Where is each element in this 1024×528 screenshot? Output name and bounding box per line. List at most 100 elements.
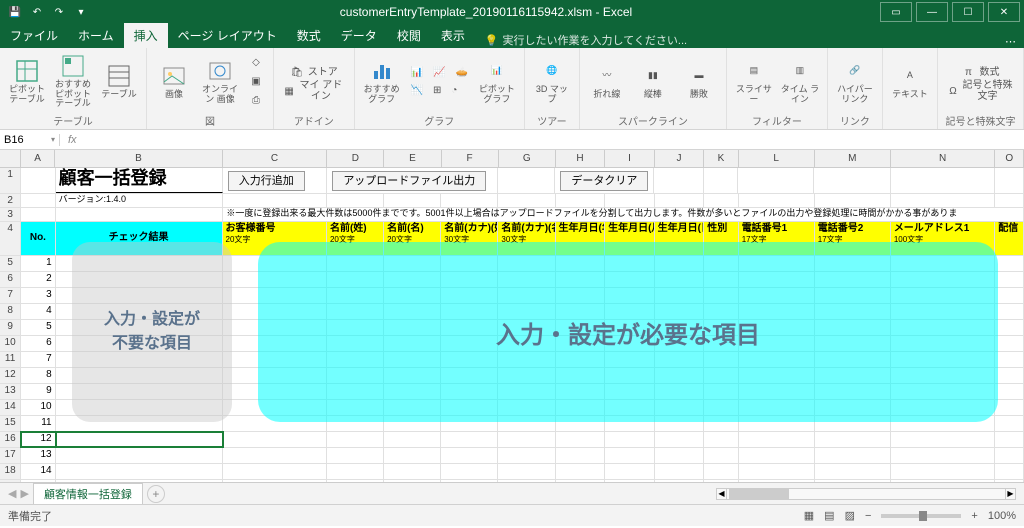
cell[interactable] <box>995 168 1024 193</box>
hyperlink-button[interactable]: 🔗ハイパーリンク <box>834 54 876 110</box>
cell[interactable]: データクリア <box>555 168 654 193</box>
chart-type-icon[interactable]: ◔ <box>447 82 461 100</box>
cell[interactable] <box>223 464 327 479</box>
cell[interactable] <box>441 448 498 463</box>
cell[interactable] <box>739 194 815 207</box>
view-pagebreak-icon[interactable]: ▨ <box>845 509 855 522</box>
sheet-tab[interactable]: 顧客情報一括登録 <box>33 483 143 504</box>
tab-file[interactable]: ファイル <box>0 23 68 48</box>
cell[interactable]: 17 <box>0 448 21 463</box>
cell[interactable]: 8 <box>0 304 21 319</box>
share-button[interactable]: ⋯ <box>1005 35 1016 48</box>
cell[interactable] <box>384 194 441 207</box>
shapes-button[interactable]: ◇ <box>245 54 267 72</box>
cell[interactable]: 1 <box>21 256 55 271</box>
cell[interactable] <box>384 464 441 479</box>
cell[interactable]: アップロードファイル出力 <box>327 168 498 193</box>
column-header[interactable]: O <box>995 150 1024 167</box>
tell-me[interactable]: 💡実行したい作業を入力してください... <box>485 32 687 48</box>
undo-icon[interactable]: ↶ <box>30 5 44 19</box>
qat-dropdown-icon[interactable]: ▾ <box>74 5 88 19</box>
cell[interactable]: 2 <box>0 194 21 207</box>
zoom-in-icon[interactable]: + <box>971 510 977 522</box>
formula-bar[interactable]: fx <box>60 134 1024 146</box>
recommend-chart-button[interactable]: おすすめ グラフ <box>361 54 403 110</box>
recommend-pivot-button[interactable]: おすすめ ピボットテーブル <box>52 54 94 110</box>
column-header[interactable]: N <box>891 150 996 167</box>
table-button[interactable]: テーブル <box>98 54 140 110</box>
cell[interactable]: 19 <box>0 480 21 482</box>
cell[interactable]: ※一度に登録出来る最大件数は5000件までです。5001件以上場合はアップロード… <box>223 208 1024 221</box>
chart-type-icon[interactable]: 📉 <box>407 82 427 100</box>
cell[interactable] <box>995 256 1024 271</box>
column-header[interactable]: G <box>499 150 556 167</box>
cell[interactable] <box>995 304 1024 319</box>
cell[interactable] <box>556 432 606 447</box>
cell[interactable] <box>556 464 606 479</box>
column-header[interactable]: L <box>739 150 815 167</box>
cell[interactable]: 入力行追加 <box>223 168 328 193</box>
sheet-nav-first-icon[interactable]: ◀ <box>8 487 16 500</box>
cell[interactable]: 15 <box>21 480 55 482</box>
cell[interactable]: 14 <box>0 400 21 415</box>
chart-type-icon[interactable]: ⊞ <box>429 82 445 100</box>
cell[interactable] <box>995 384 1024 399</box>
cell[interactable]: 4 <box>21 304 55 319</box>
cell[interactable]: 4 <box>0 222 21 255</box>
chart-type-icon[interactable]: 📊 <box>407 64 427 82</box>
add-row-button[interactable]: 入力行追加 <box>228 171 305 191</box>
close-icon[interactable]: ✕ <box>988 2 1020 22</box>
cell[interactable] <box>655 480 705 482</box>
cell[interactable]: 10 <box>0 336 21 351</box>
cell[interactable] <box>605 480 655 482</box>
cell[interactable]: No. <box>21 222 55 255</box>
cell[interactable] <box>995 448 1024 463</box>
cell[interactable] <box>995 336 1024 351</box>
cell[interactable] <box>995 272 1024 287</box>
3dmap-button[interactable]: 🌐3D マッ プ <box>531 54 573 110</box>
sparkline-column-button[interactable]: ▮▮縦棒 <box>632 54 674 110</box>
cell[interactable] <box>21 208 56 221</box>
cell[interactable] <box>21 168 55 193</box>
column-header[interactable]: M <box>815 150 891 167</box>
cell[interactable]: 顧客一括登録 <box>56 168 223 193</box>
add-sheet-button[interactable]: + <box>147 485 165 503</box>
store-button[interactable]: 🛍ストア <box>280 63 348 81</box>
name-box[interactable]: B16▾ <box>0 134 60 146</box>
cell[interactable] <box>556 448 606 463</box>
column-header[interactable]: E <box>384 150 441 167</box>
picture-button[interactable]: 画像 <box>153 54 195 110</box>
cell[interactable] <box>56 208 224 221</box>
cell[interactable] <box>655 464 705 479</box>
cell[interactable] <box>891 448 995 463</box>
equation-button[interactable]: π数式 <box>944 63 1017 81</box>
cell[interactable] <box>21 194 55 207</box>
textbox-button[interactable]: Aテキスト <box>889 54 931 110</box>
cell[interactable] <box>384 448 441 463</box>
tab-formulas[interactable]: 数式 <box>287 23 331 48</box>
cell[interactable] <box>891 464 995 479</box>
cell[interactable]: 10 <box>21 400 55 415</box>
cell[interactable] <box>739 432 815 447</box>
cell[interactable] <box>891 432 995 447</box>
cell[interactable] <box>605 448 655 463</box>
cell[interactable] <box>995 288 1024 303</box>
worksheet[interactable]: ABCDEFGHIJKLMNO 1顧客一括登録入力行追加アップロードファイル出力… <box>0 150 1024 482</box>
cell[interactable] <box>223 194 327 207</box>
cell[interactable] <box>995 352 1024 367</box>
cell[interactable] <box>815 464 891 479</box>
cell[interactable]: 14 <box>21 464 55 479</box>
cell[interactable]: 12 <box>21 432 55 447</box>
cell[interactable]: 5 <box>0 256 21 271</box>
cell[interactable] <box>815 194 891 207</box>
cell[interactable] <box>815 480 891 482</box>
cell[interactable] <box>995 432 1024 447</box>
online-picture-button[interactable]: オンライン 画像 <box>199 54 241 110</box>
cell[interactable] <box>995 320 1024 335</box>
cell[interactable] <box>654 168 704 193</box>
view-pagelayout-icon[interactable]: ▤ <box>824 509 834 522</box>
column-header[interactable]: J <box>655 150 705 167</box>
fx-icon[interactable]: fx <box>68 134 77 146</box>
pivottable-button[interactable]: ピボット テーブル <box>6 54 48 110</box>
cell[interactable] <box>384 480 441 482</box>
